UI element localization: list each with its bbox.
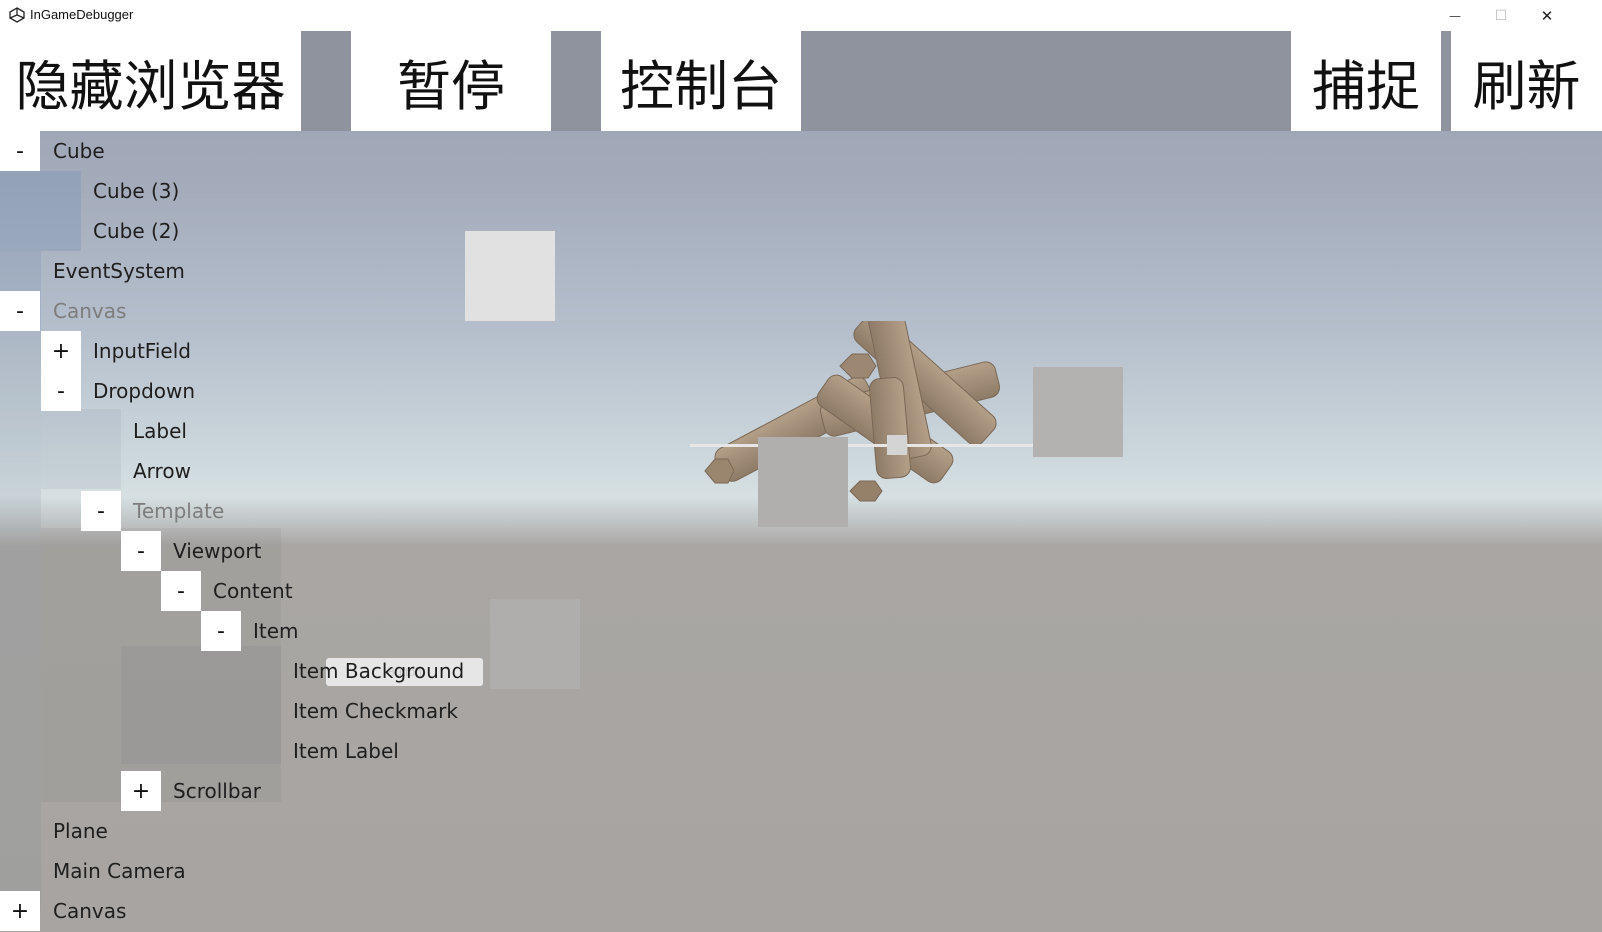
expand-toggle[interactable]: + (121, 771, 161, 811)
collapse-toggle[interactable]: - (201, 611, 241, 651)
indent-shade (0, 171, 81, 251)
indent-shade (121, 646, 281, 764)
minimize-button[interactable]: — (1432, 0, 1478, 31)
refresh-button[interactable]: 刷新 (1451, 31, 1602, 131)
minimize-icon: — (1449, 8, 1461, 23)
tree-item-viewport[interactable]: Viewport (173, 531, 261, 571)
collapse-toggle[interactable]: - (121, 531, 161, 571)
scene-image-square (758, 437, 848, 527)
expand-toggle[interactable]: + (0, 891, 40, 931)
tree-item-plane[interactable]: Plane (53, 811, 108, 851)
tree-item-cube-3[interactable]: Cube (3) (93, 171, 179, 211)
scene-slider-handle[interactable] (887, 435, 907, 455)
tree-item-arrow[interactable]: Arrow (133, 451, 191, 491)
expand-toggle[interactable]: + (41, 331, 81, 371)
console-button[interactable]: 控制台 (601, 31, 801, 131)
hide-browser-button[interactable]: 隐藏浏览器 (0, 31, 301, 131)
maximize-icon: ☐ (1494, 7, 1508, 24)
collapse-toggle[interactable]: - (81, 491, 121, 531)
tree-item-canvas[interactable]: Canvas (53, 291, 126, 331)
close-button[interactable]: ✕ (1524, 0, 1570, 31)
game-view: Button 隐藏浏览器 暂停 控制台 捕捉 刷新 - Cube Cube (3… (0, 31, 1602, 932)
tree-item-main-camera[interactable]: Main Camera (53, 851, 186, 891)
tree-item-content[interactable]: Content (213, 571, 293, 611)
capture-button[interactable]: 捕捉 (1291, 31, 1441, 131)
tree-item-canvas-2[interactable]: Canvas (53, 891, 126, 931)
tree-item-label[interactable]: Label (133, 411, 187, 451)
tree-item-item-checkmark[interactable]: Item Checkmark (293, 691, 458, 731)
tree-item-item-label[interactable]: Item Label (293, 731, 399, 771)
indent-shade (0, 331, 41, 911)
window-title: InGameDebugger (30, 7, 134, 22)
tree-item-item[interactable]: Item (253, 611, 299, 651)
maximize-button[interactable]: ☐ (1478, 0, 1524, 31)
tree-item-eventsystem[interactable]: EventSystem (53, 251, 185, 291)
tree-item-template[interactable]: Template (133, 491, 224, 531)
debugger-toolbar: 隐藏浏览器 暂停 控制台 捕捉 刷新 (0, 31, 1602, 131)
collapse-toggle[interactable]: - (0, 291, 40, 331)
log-pile-model (704, 321, 1001, 502)
tree-item-cube[interactable]: Cube (53, 131, 105, 171)
unity-logo-icon (9, 7, 25, 23)
tree-item-item-background[interactable]: Item Background (293, 651, 464, 691)
tree-item-inputfield[interactable]: InputField (93, 331, 191, 371)
pause-button[interactable]: 暂停 (351, 31, 551, 131)
scene-image-square (1033, 367, 1123, 457)
scene-slider[interactable] (690, 444, 1068, 447)
tree-item-scrollbar[interactable]: Scrollbar (173, 771, 261, 811)
collapse-toggle[interactable]: - (41, 371, 81, 411)
collapse-toggle[interactable]: - (161, 571, 201, 611)
close-icon: ✕ (1540, 6, 1554, 25)
scene-image-square (490, 599, 580, 689)
tree-item-cube-2[interactable]: Cube (2) (93, 211, 179, 251)
indent-shade (41, 409, 121, 489)
collapse-toggle[interactable]: - (0, 131, 40, 171)
window-titlebar: InGameDebugger — ☐ ✕ (0, 0, 1602, 32)
scene-image-square (465, 231, 555, 321)
tree-item-dropdown[interactable]: Dropdown (93, 371, 195, 411)
